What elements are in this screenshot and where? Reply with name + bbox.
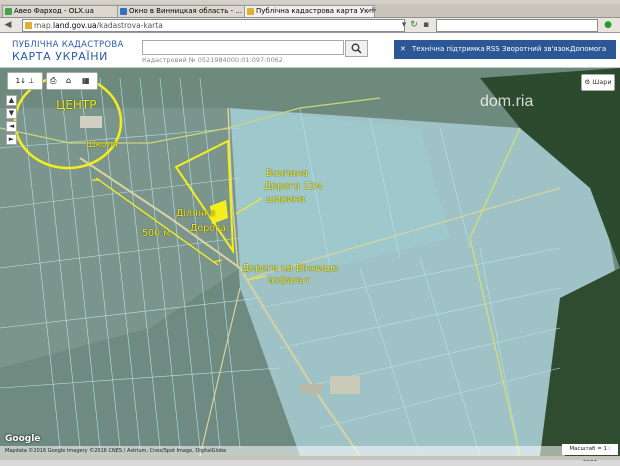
browser-search-input[interactable] — [436, 19, 598, 32]
tech-support-link[interactable]: Технічна підтримка — [412, 40, 485, 59]
map-search-button[interactable] — [345, 40, 368, 57]
center-label: ЦЕНТР — [56, 98, 97, 112]
address-bar[interactable]: map.land.gov.ua/kadastrova-karta — [22, 19, 405, 32]
browser-tabbar: Авео Фарход - OLX.ua × Окно в Винницкая … — [0, 4, 620, 18]
pan-down-icon[interactable]: ▼ — [6, 108, 17, 119]
kadastr-favicon-icon — [247, 8, 254, 15]
road-fill-label-2: Дорога 12м — [264, 181, 323, 192]
site-header: ПУБЛІЧНА КАДАСТРОВА КАРТА УКРАЇНИ Кадаст… — [0, 33, 620, 68]
wrench-icon: ✕ — [400, 45, 406, 53]
zoom-controls[interactable]: 1↓ ⊥ — [7, 72, 43, 90]
reload-icon[interactable]: ↻ — [408, 19, 420, 31]
tab-label: Авео Фарход - OLX.ua — [14, 7, 94, 15]
search-engine-icon[interactable]: ▪ — [420, 19, 432, 31]
annotation-layer — [13, 74, 267, 281]
feedback-link[interactable]: Зворотний зв'язок — [502, 40, 570, 59]
tools-bar: ✕ Технічна підтримка RSS Зворотний зв'яз… — [394, 40, 616, 59]
pan-left-icon[interactable]: ◄ — [6, 121, 17, 132]
google-logo: Google — [5, 434, 41, 444]
road-fill-label-3: ширина — [266, 194, 306, 205]
tab-label: Окно в Винницкая область - ... — [129, 7, 243, 15]
pointer-line — [235, 197, 263, 215]
site-favicon-icon — [25, 22, 32, 29]
gear-icon: ⚙ — [584, 78, 591, 86]
map-toolbar: ⎙ ⌂ ▦ — [46, 72, 98, 90]
road-label: Дорога — [190, 223, 226, 234]
cadastral-number: Кадастровий № 0521984000:01:097:0062 — [142, 56, 283, 64]
rss-link[interactable]: RSS — [486, 40, 500, 59]
road-vinnytsia-label-2: асфальт — [268, 275, 311, 286]
road-fill-label-1: Всипана — [266, 168, 308, 179]
map-search-input[interactable] — [142, 40, 344, 55]
pan-up-icon[interactable]: ▲ — [6, 95, 17, 106]
tab-olx[interactable]: Авео Фарход - OLX.ua × — [2, 5, 127, 17]
logo-line2: КАРТА УКРАЇНИ — [12, 50, 108, 63]
arrow-head-icon — [213, 259, 223, 263]
plot-outline — [174, 139, 235, 255]
pointer-line — [247, 275, 267, 281]
url-path: /kadastrova-karta — [96, 21, 163, 30]
new-tab-button[interactable]: + — [368, 6, 378, 16]
browser-statusbar — [0, 456, 620, 460]
addon-icon[interactable]: ● — [602, 19, 614, 31]
layers-button[interactable]: ⚙ Шари — [581, 74, 615, 91]
road-vinnytsia-label-1: Дорога на Вінницю — [242, 263, 339, 274]
tab-dom-ria[interactable]: Окно в Винницкая область - ... × — [117, 5, 254, 17]
map-scale: Масштаб = 1 : 8531 — [562, 444, 618, 463]
print-icon[interactable]: ⎙ — [50, 73, 56, 89]
domria-favicon-icon — [120, 8, 127, 15]
browser-navbar: ◀ map.land.gov.ua/kadastrova-karta ▾ ↻ ▪… — [0, 18, 620, 33]
tab-label: Публічна кадастрова карта Ук — [256, 7, 369, 15]
help-link[interactable]: Допомога — [570, 40, 606, 59]
home-icon[interactable]: ⌂ — [66, 73, 71, 89]
search-icon — [351, 43, 362, 54]
pan-right-icon[interactable]: ► — [6, 134, 17, 145]
url-host: land.gov.ua — [53, 21, 97, 30]
logo-line1: ПУБЛІЧНА КАДАСТРОВА — [12, 40, 124, 50]
tab-kadastr[interactable]: Публічна кадастрова карта Ук × — [244, 5, 375, 17]
layers-label: Шари — [592, 78, 612, 86]
distance-label: 500 м — [142, 228, 171, 239]
plot-label: Ділянка — [176, 208, 216, 219]
map-attribution: Mapdata ©2016 Google Imagery ©2016 CNES … — [0, 446, 565, 456]
distance-line — [95, 177, 219, 266]
ruler-icon[interactable]: ▦ — [82, 73, 90, 89]
back-arrow-icon[interactable]: ◀ — [2, 19, 14, 31]
zoom-in-icon[interactable]: 1↓ — [16, 77, 26, 85]
url-prefix: map. — [34, 21, 54, 30]
zoom-level-icon[interactable]: ⊥ — [28, 77, 34, 85]
school-label: Школа — [86, 140, 118, 150]
olx-favicon-icon — [5, 8, 12, 15]
